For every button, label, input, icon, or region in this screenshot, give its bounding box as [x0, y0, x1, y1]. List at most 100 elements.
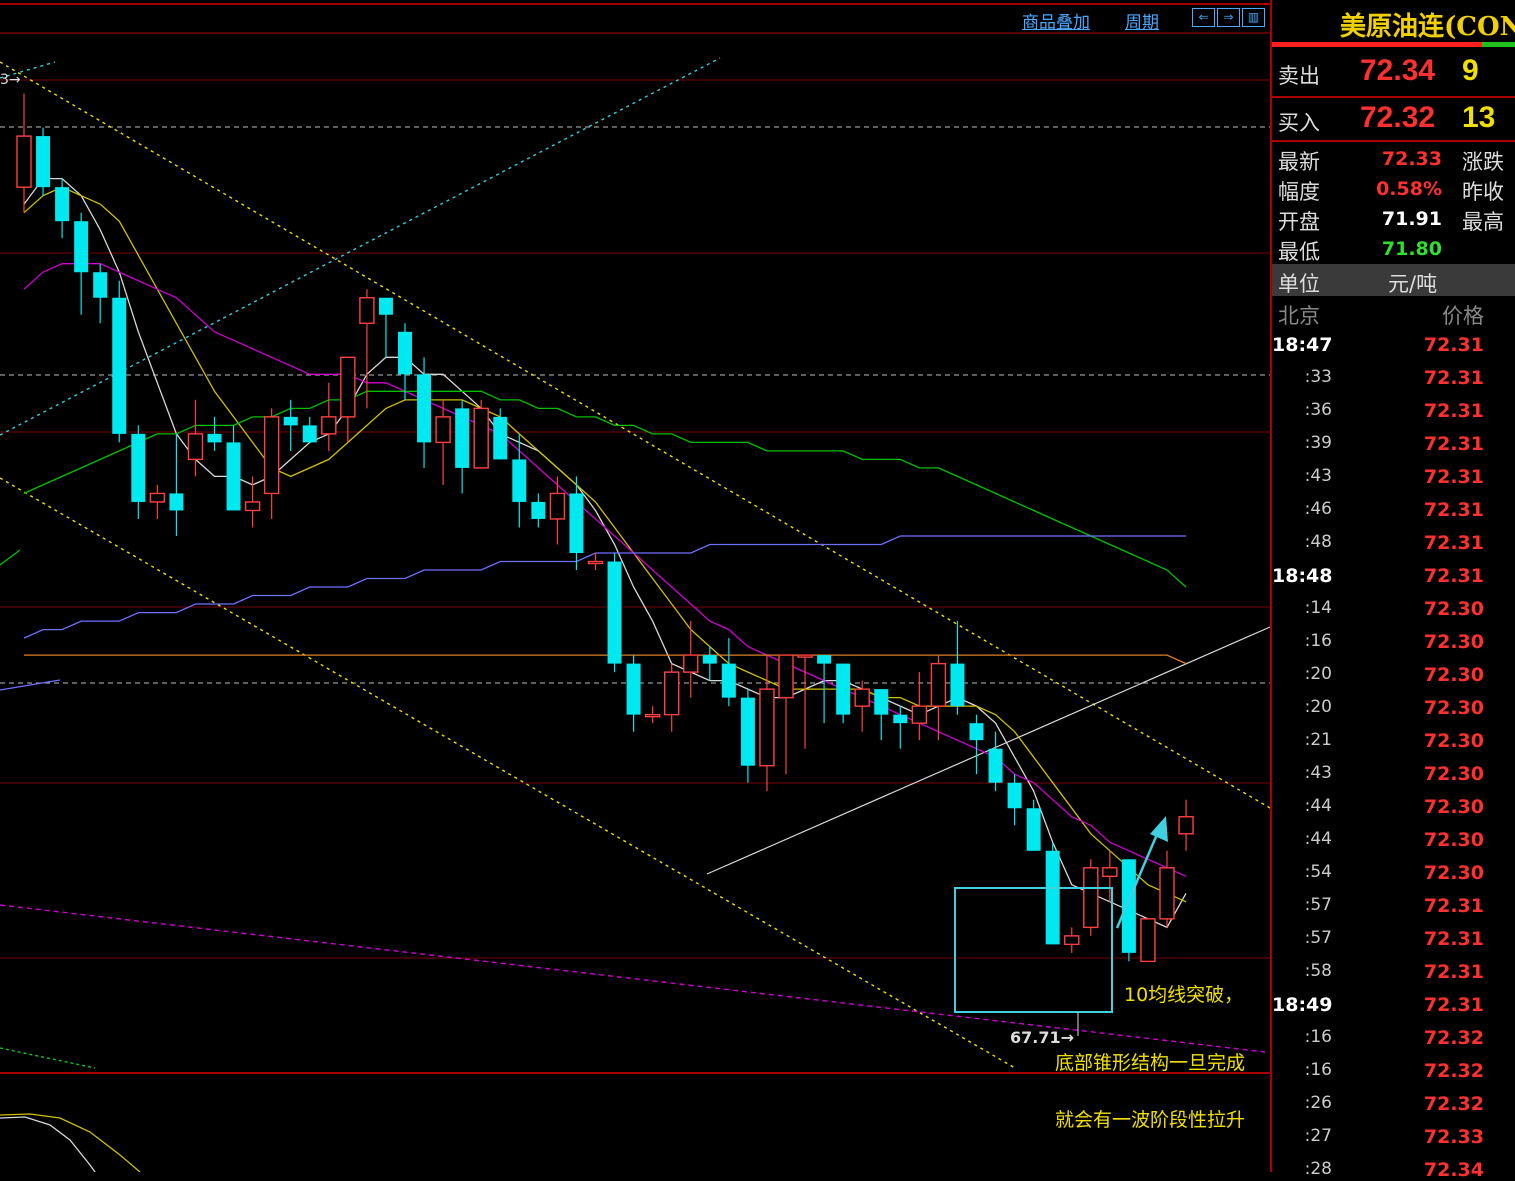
tick-price: 72.31: [1423, 961, 1484, 983]
candle-body: [740, 697, 755, 766]
candle-body: [893, 714, 908, 724]
tick-time: :44: [1304, 829, 1332, 849]
tick-price: 72.32: [1423, 1093, 1484, 1115]
overlay-commodity-link[interactable]: 商品叠加: [1022, 8, 1090, 33]
instrument-title: 美原油连(CON: [1340, 12, 1515, 42]
sell-price: 72.34: [1360, 54, 1436, 87]
tick-time: :43: [1304, 466, 1332, 486]
tick-time: :33: [1304, 367, 1332, 387]
stat-label-secondary: 涨跌: [1462, 150, 1504, 174]
tick-time: :48: [1304, 532, 1332, 552]
tick-time: :16: [1304, 631, 1332, 651]
tick-time: :57: [1304, 928, 1332, 948]
candle-body: [607, 561, 622, 664]
tick-price: 72.31: [1423, 433, 1484, 455]
stat-value: 0.58%: [1376, 178, 1442, 200]
candle-body: [874, 689, 889, 715]
candle-body: [587, 560, 604, 565]
candle-body: [1102, 867, 1118, 878]
tick-time: :43: [1304, 763, 1332, 783]
candle-body: [969, 723, 984, 741]
tick-time: :27: [1304, 1126, 1332, 1146]
candle-body: [836, 663, 851, 715]
nav-right-button[interactable]: ⇒: [1217, 8, 1240, 27]
candle-body: [93, 272, 108, 298]
candle-body: [131, 433, 146, 502]
annotation-cone-structure: 底部锥形结构一旦完成: [1055, 1052, 1246, 1074]
tick-price: 72.30: [1423, 598, 1484, 620]
tick-price: 72.30: [1423, 829, 1484, 851]
candle-body: [817, 655, 832, 664]
tick-time: :54: [1304, 862, 1332, 882]
buy-ratio-bar: [1482, 42, 1515, 47]
candle-body: [455, 408, 470, 468]
stat-label-secondary: 最高: [1462, 210, 1504, 234]
layout-toggle-button[interactable]: ▥: [1242, 8, 1265, 27]
tick-time: :20: [1304, 697, 1332, 717]
candle-body: [55, 187, 70, 222]
tick-time: :26: [1304, 1093, 1332, 1113]
candle-body: [302, 425, 317, 443]
ma-line-ma250: [24, 654, 1187, 665]
candle-body: [950, 663, 965, 707]
tick-time: :14: [1304, 598, 1332, 618]
annotation-rally: 就会有一波阶段性拉升: [1055, 1109, 1246, 1131]
candle-body: [759, 688, 775, 767]
nav-left-button[interactable]: ⇐: [1192, 8, 1215, 27]
candle-body: [36, 136, 51, 188]
low-price-marker: 67.71→: [1010, 1028, 1075, 1047]
tick-time: 18:49: [1272, 994, 1333, 1016]
green-dashed-line: [0, 1047, 96, 1069]
candle-body: [226, 442, 241, 511]
period-link[interactable]: 周期: [1125, 8, 1159, 33]
candle-body: [721, 663, 736, 698]
candle-body: [683, 654, 699, 673]
tick-price: 72.31: [1423, 532, 1484, 554]
tick-price: 72.30: [1423, 763, 1484, 785]
tick-price: 72.30: [1423, 631, 1484, 653]
annotation-ma10-breakout: 10均线突破，: [1124, 984, 1244, 1006]
stat-value: 72.33: [1381, 148, 1442, 170]
buy-qty: 13: [1462, 101, 1496, 134]
candle-body: [112, 297, 127, 434]
candle-body: [493, 416, 508, 460]
candle-body: [263, 416, 280, 495]
tick-price: 72.31: [1423, 895, 1484, 917]
kline-chart-area[interactable]: 3→ 商品叠加 周期 ⇐ ⇒ ▥ 10均线突破， 底部锥形结构一旦完成 就会有一…: [0, 0, 1270, 1172]
candle-body: [378, 297, 393, 315]
tick-time: :57: [1304, 895, 1332, 915]
tick-price: 72.31: [1423, 466, 1484, 488]
tick-price: 72.30: [1423, 664, 1484, 686]
unit-label: 单位: [1278, 272, 1320, 296]
ma120-left-extension: [0, 679, 61, 691]
high-price-marker-fragment: 3→: [0, 72, 21, 88]
candle-body: [797, 654, 813, 658]
candle-body: [644, 713, 661, 718]
candle-body: [664, 671, 680, 716]
kline-chart[interactable]: 3→: [0, 0, 1270, 1172]
candle-body: [930, 662, 947, 707]
candle-body: [911, 705, 928, 724]
ma-line-ma120: [23, 535, 1186, 639]
tick-time: :16: [1304, 1027, 1332, 1047]
tick-price: 72.30: [1423, 796, 1484, 818]
candle-body: [359, 297, 375, 324]
tick-time: :20: [1304, 664, 1332, 684]
stat-label: 最新: [1278, 150, 1320, 174]
buy-price: 72.32: [1360, 101, 1436, 134]
tick-price: 72.31: [1423, 400, 1484, 422]
tick-price: 72.31: [1423, 499, 1484, 521]
candle-body: [16, 135, 32, 188]
breakout-arrow-head: [1150, 816, 1168, 842]
candle-body: [1140, 918, 1156, 963]
candle-body: [778, 654, 794, 699]
magenta-support-line: [0, 904, 1266, 1053]
tick-price: 72.32: [1423, 1060, 1484, 1082]
candle-body: [1083, 867, 1099, 929]
subchart-line-white: [0, 1116, 96, 1172]
candle-body: [1159, 867, 1175, 920]
stat-label-secondary: 昨收: [1462, 180, 1504, 204]
stat-label: 开盘: [1278, 210, 1320, 234]
candle-body: [207, 433, 222, 443]
stat-value: 71.80: [1381, 238, 1442, 260]
